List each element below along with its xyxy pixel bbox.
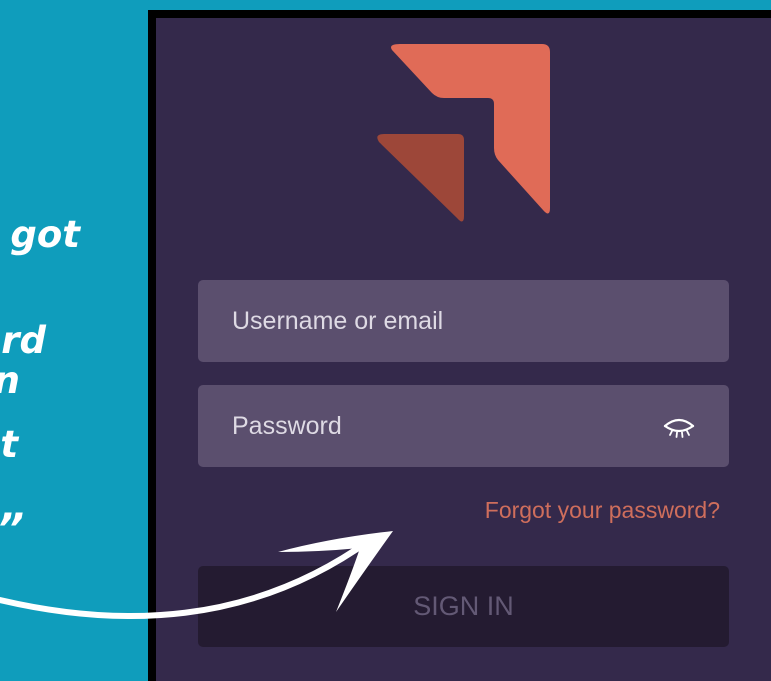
caption-line: ” (0, 508, 24, 550)
device-frame: Username or email Password Forgot your p… (148, 10, 771, 681)
caption-line: t (0, 423, 18, 466)
sign-in-button[interactable]: SIGN IN (198, 566, 729, 647)
caption-text: got rd n t ” (0, 0, 150, 681)
caption-line: got (10, 213, 80, 256)
eye-closed-icon[interactable] (661, 413, 697, 439)
forgot-password-link[interactable]: Forgot your password? (485, 497, 720, 524)
password-field[interactable]: Password (198, 385, 729, 467)
password-placeholder: Password (232, 411, 342, 440)
caption-line: n (0, 362, 20, 399)
login-screen: Username or email Password Forgot your p… (156, 18, 771, 681)
username-field[interactable]: Username or email (198, 280, 729, 362)
caption-line: rd (1, 319, 46, 362)
app-logo (377, 44, 550, 222)
username-placeholder: Username or email (232, 306, 444, 335)
